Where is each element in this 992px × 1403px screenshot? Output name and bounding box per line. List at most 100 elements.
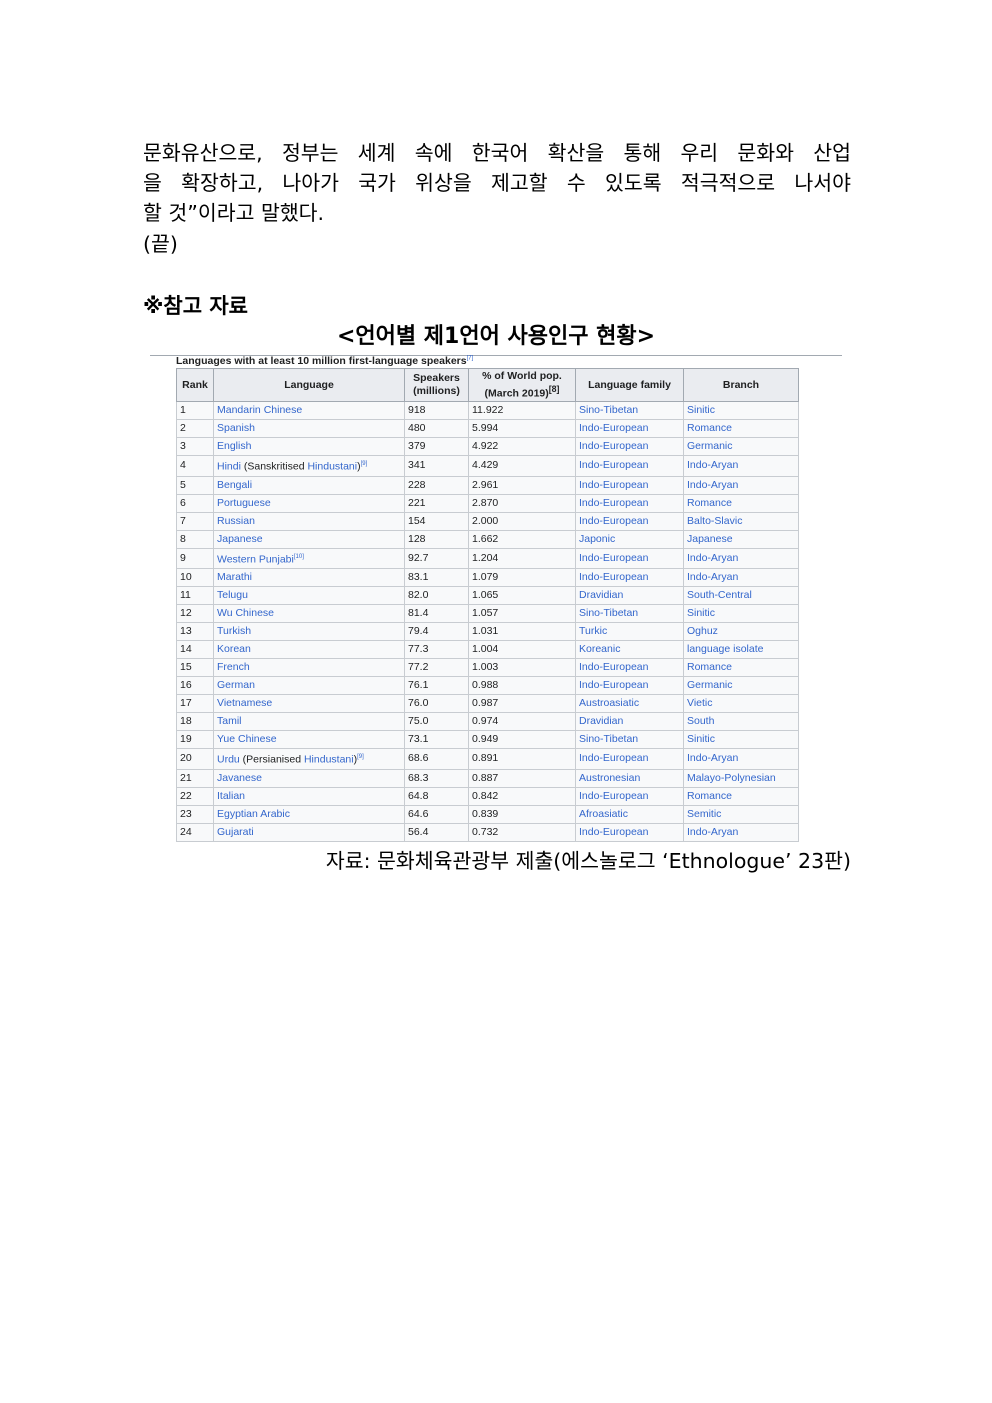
language-link[interactable]: Yue Chinese	[217, 733, 277, 745]
family-cell[interactable]: Dravidian	[575, 586, 684, 605]
language-link[interactable]: Vietnamese	[217, 697, 272, 709]
reference-link[interactable]: [10]	[294, 554, 304, 560]
language-link[interactable]: English	[217, 440, 251, 452]
branch-cell[interactable]: Indo-Aryan	[683, 547, 799, 569]
rank-cell: 15	[176, 658, 214, 677]
rank-cell: 5	[176, 475, 214, 495]
family-cell[interactable]: Indo-European	[575, 676, 684, 695]
language-link[interactable]: Marathi	[217, 571, 252, 583]
branch-cell[interactable]: Sinitic	[683, 401, 799, 420]
language-link[interactable]: Turkish	[217, 625, 251, 637]
family-cell[interactable]: Sino-Tibetan	[575, 604, 684, 623]
language-link[interactable]: Mandarin Chinese	[217, 404, 302, 416]
family-cell[interactable]: Indo-European	[575, 748, 684, 770]
branch-cell[interactable]: Semitic	[683, 804, 799, 824]
language-link[interactable]: Urdu	[217, 754, 240, 766]
family-cell[interactable]: Koreanic	[575, 640, 684, 659]
hindustani-link[interactable]: Hindustani	[307, 461, 357, 473]
language-link[interactable]: Wu Chinese	[217, 607, 274, 619]
language-link[interactable]: Japanese	[217, 533, 263, 545]
family-cell[interactable]: Indo-European	[575, 419, 684, 438]
branch-cell[interactable]: Oghuz	[683, 622, 799, 641]
body-line: 할 것”이라고 말했다.	[143, 201, 325, 225]
family-cell[interactable]: Indo-European	[575, 658, 684, 677]
branch-cell[interactable]: Sinitic	[683, 730, 799, 749]
language-link[interactable]: Telugu	[217, 589, 248, 601]
language-link[interactable]: Korean	[217, 643, 251, 655]
language-link[interactable]: French	[217, 661, 250, 673]
family-cell[interactable]: Indo-European	[575, 455, 684, 477]
language-link[interactable]: Portuguese	[217, 497, 271, 509]
branch-cell[interactable]: South-Central	[683, 586, 799, 605]
language-link[interactable]: German	[217, 679, 255, 691]
branch-cell[interactable]: language isolate	[683, 640, 799, 659]
family-cell[interactable]: Indo-European	[575, 511, 684, 531]
language-cell: Portuguese	[213, 493, 405, 513]
family-cell[interactable]: Indo-European	[575, 437, 684, 456]
reference-link[interactable]: [9]	[361, 461, 368, 467]
branch-cell[interactable]: Indo-Aryan	[683, 475, 799, 495]
branch-cell[interactable]: Indo-Aryan	[683, 568, 799, 587]
branch-cell[interactable]: South	[683, 712, 799, 731]
language-link[interactable]: Egyptian Arabic	[217, 808, 290, 820]
table-body: 1 Mandarin Chinese 918 11.922 Sino-Tibetan Si…	[176, 401, 799, 842]
branch-cell[interactable]: Romance	[683, 493, 799, 513]
branch-cell[interactable]: Sinitic	[683, 604, 799, 623]
family-cell[interactable]: Indo-European	[575, 822, 684, 842]
reference-link[interactable]: [9]	[357, 754, 364, 760]
hindustani-link[interactable]: Hindustani	[304, 754, 354, 766]
language-link[interactable]: Western Punjabi	[217, 553, 294, 565]
percent-cell: 2.961	[468, 475, 576, 495]
percent-cell: 1.204	[468, 547, 576, 569]
family-cell[interactable]: Sino-Tibetan	[575, 401, 684, 420]
language-link[interactable]: Italian	[217, 790, 245, 802]
branch-cell[interactable]: Indo-Aryan	[683, 822, 799, 842]
branch-cell[interactable]: Malayo-Polynesian	[683, 768, 799, 788]
language-link[interactable]: Gujarati	[217, 826, 254, 838]
family-cell[interactable]: Japonic	[575, 529, 684, 549]
family-cell[interactable]: Indo-European	[575, 475, 684, 495]
caption-reference-link[interactable]: [7]	[467, 356, 474, 362]
branch-cell[interactable]: Japanese	[683, 529, 799, 549]
language-link[interactable]: Spanish	[217, 422, 255, 434]
header-reference-link[interactable]: [8]	[549, 384, 560, 394]
percent-cell: 0.974	[468, 712, 576, 731]
language-link[interactable]: Russian	[217, 515, 255, 527]
speakers-cell: 77.2	[404, 658, 469, 677]
header-world-pop: % of World pop. (March 2019)[8]	[468, 368, 576, 402]
branch-cell[interactable]: Indo-Aryan	[683, 455, 799, 477]
branch-cell[interactable]: Romance	[683, 786, 799, 806]
language-cell: German	[213, 676, 405, 695]
percent-cell: 0.887	[468, 768, 576, 788]
speakers-cell: 76.1	[404, 676, 469, 695]
branch-cell[interactable]: Vietic	[683, 694, 799, 713]
branch-cell[interactable]: Germanic	[683, 437, 799, 456]
family-cell[interactable]: Austronesian	[575, 768, 684, 788]
header-speakers: Speakers (millions)	[404, 368, 469, 402]
branch-cell[interactable]: Balto-Slavic	[683, 511, 799, 531]
language-link[interactable]: Bengali	[217, 479, 252, 491]
language-link[interactable]: Hindi	[217, 461, 241, 473]
family-cell[interactable]: Indo-European	[575, 786, 684, 806]
family-cell[interactable]: Sino-Tibetan	[575, 730, 684, 749]
family-cell[interactable]: Dravidian	[575, 712, 684, 731]
family-cell[interactable]: Indo-European	[575, 547, 684, 569]
language-link[interactable]: Tamil	[217, 715, 242, 727]
branch-cell[interactable]: Romance	[683, 419, 799, 438]
language-link[interactable]: Javanese	[217, 772, 262, 784]
branch-cell[interactable]: Indo-Aryan	[683, 748, 799, 770]
family-cell[interactable]: Turkic	[575, 622, 684, 641]
family-cell[interactable]: Austroasiatic	[575, 694, 684, 713]
rank-cell: 7	[176, 511, 214, 531]
rank-cell: 21	[176, 768, 214, 788]
percent-cell: 1.662	[468, 529, 576, 549]
branch-cell[interactable]: Romance	[683, 658, 799, 677]
language-cell: Italian	[213, 786, 405, 806]
family-cell[interactable]: Afroasiatic	[575, 804, 684, 824]
family-cell[interactable]: Indo-European	[575, 568, 684, 587]
table-row: 17 Vietnamese 76.0 0.987 Austroasiatic Vietic	[176, 694, 799, 713]
family-cell[interactable]: Indo-European	[575, 493, 684, 513]
table-caption-text: Languages with at least 10 million first…	[176, 355, 467, 367]
branch-cell[interactable]: Germanic	[683, 676, 799, 695]
rank-cell: 2	[176, 419, 214, 438]
